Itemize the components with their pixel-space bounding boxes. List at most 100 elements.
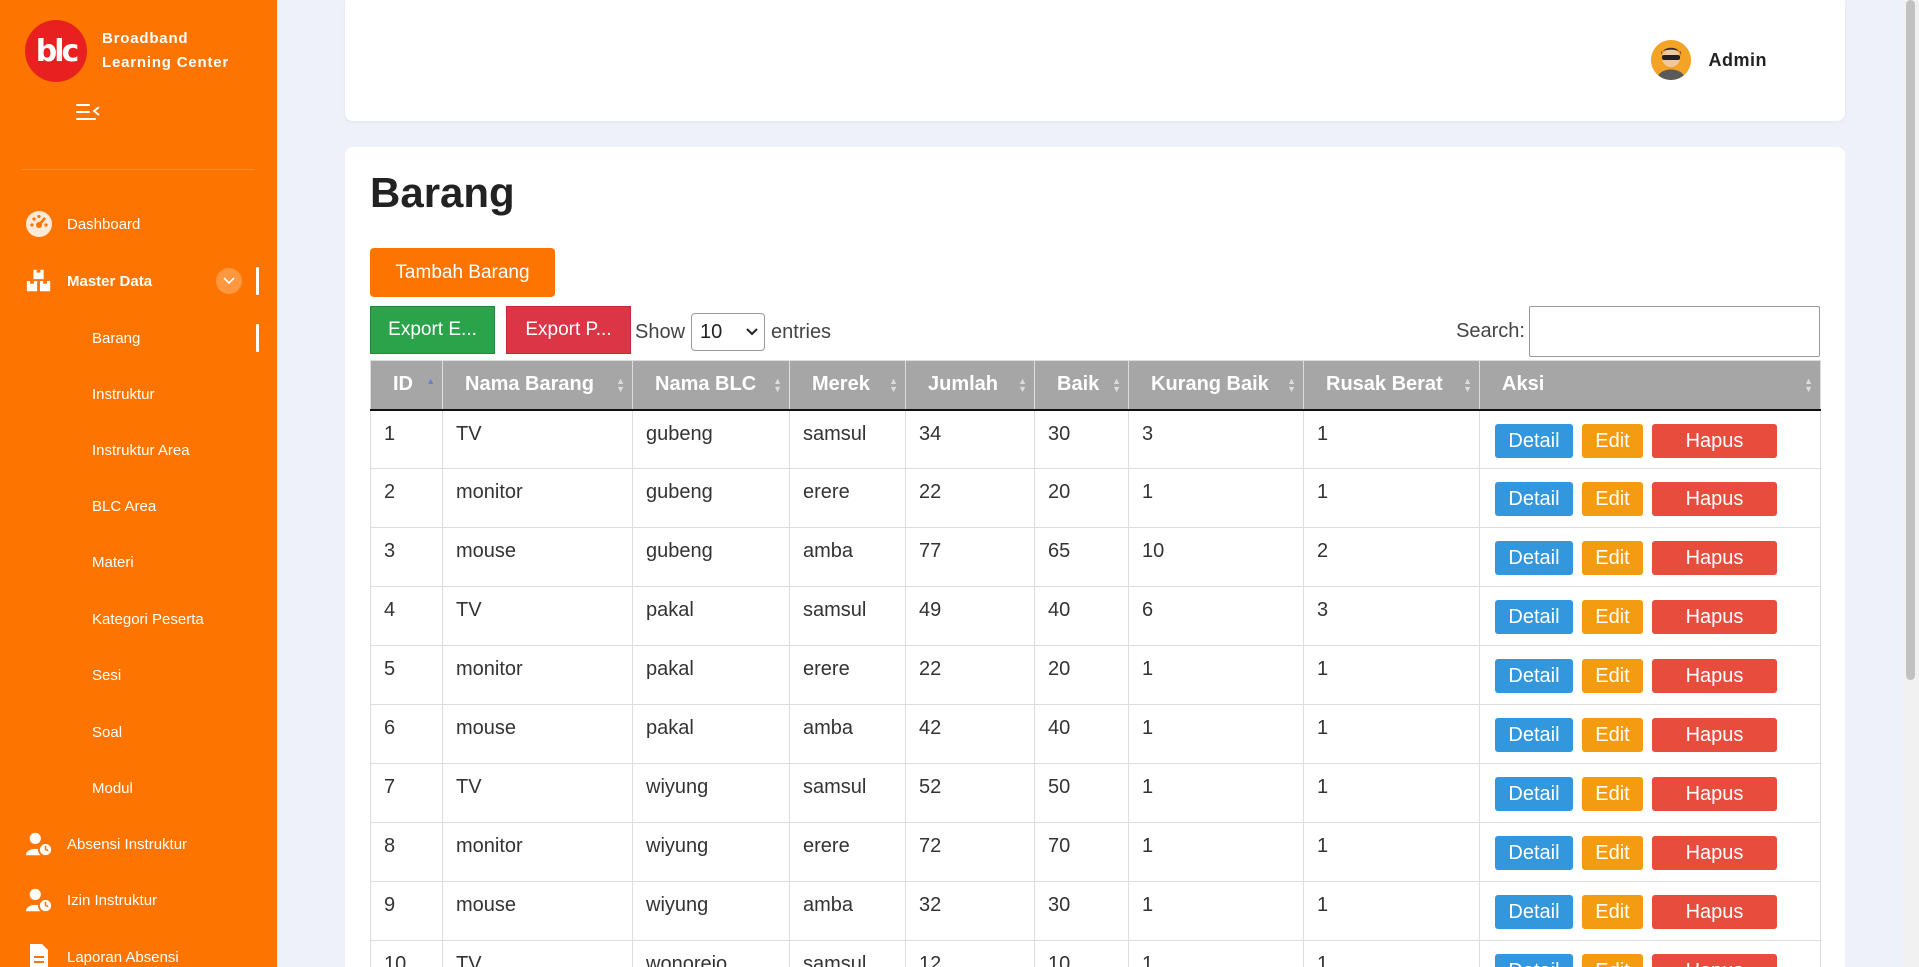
table-row: 5 monitor pakal erere 22 20 1 1 Detail Edit Hapus (370, 645, 1821, 705)
edit-button[interactable]: Edit (1582, 423, 1643, 458)
export-pdf-button[interactable]: Export P... (506, 306, 631, 354)
sidebar-item-laporan-absensi[interactable]: Laporan Absensi (0, 937, 277, 967)
detail-button[interactable]: Detail (1495, 836, 1573, 870)
page-scrollbar[interactable] (1902, 0, 1919, 967)
edit-button[interactable]: Edit (1582, 777, 1643, 811)
entries-select[interactable]: 10 (691, 313, 766, 351)
col-header-nama-barang[interactable]: Nama Barang ▲ ▼ (442, 360, 633, 411)
show-label: Show (635, 320, 686, 343)
sidebar-item-label: Modul (92, 779, 133, 797)
sidebar-item-label: Laporan Absensi (67, 948, 179, 966)
delete-button[interactable]: Hapus (1652, 423, 1777, 458)
cell-merek: amba (789, 881, 906, 941)
detail-button[interactable]: Detail (1495, 482, 1573, 516)
table-row: 9 mouse wiyung amba 32 30 1 1 Detail Edit Hapus (370, 881, 1821, 941)
user-name: Admin (1708, 49, 1767, 70)
cell-kurang-baik: 1 (1128, 763, 1304, 823)
detail-button[interactable]: Detail (1495, 777, 1573, 811)
sidebar-item-materi[interactable]: Materi (0, 542, 277, 582)
user-menu[interactable]: Admin (1650, 40, 1768, 80)
detail-button[interactable]: Detail (1495, 718, 1573, 752)
detail-button[interactable]: Detail (1495, 423, 1573, 458)
sidebar-item-sesi[interactable]: Sesi (0, 655, 277, 695)
delete-button[interactable]: Hapus (1652, 777, 1777, 811)
edit-button[interactable]: Edit (1582, 718, 1643, 752)
delete-button[interactable]: Hapus (1652, 600, 1777, 634)
sidebar-item-barang[interactable]: Barang (0, 318, 277, 358)
sidebar-item-label: Izin Instruktur (67, 891, 158, 909)
export-excel-button[interactable]: Export E... (370, 306, 495, 354)
cell-nama-barang: monitor (442, 645, 633, 705)
edit-button[interactable]: Edit (1582, 895, 1643, 929)
add-barang-button[interactable]: Tambah Barang (370, 248, 555, 297)
edit-button[interactable]: Edit (1582, 600, 1643, 634)
avatar (1650, 40, 1691, 80)
cell-jumlah: 22 (905, 468, 1035, 528)
sidebar-item-kategori-peserta[interactable]: Kategori Peserta (0, 599, 277, 639)
sidebar-item-instruktur-area[interactable]: Instruktur Area (0, 430, 277, 470)
cell-nama-barang: monitor (442, 822, 633, 882)
edit-button[interactable]: Edit (1582, 659, 1643, 693)
delete-button[interactable]: Hapus (1652, 541, 1777, 575)
cell-aksi: Detail Edit Hapus (1479, 822, 1821, 882)
cell-baik: 30 (1034, 881, 1129, 941)
edit-button[interactable]: Edit (1582, 836, 1643, 870)
cell-nama-blc: gubeng (632, 527, 790, 587)
sidebar-item-master-data[interactable]: Master Data (0, 261, 277, 301)
sidebar-item-modul[interactable]: Modul (0, 768, 277, 808)
sidebar-item-blc-area[interactable]: BLC Area (0, 486, 277, 526)
col-header-baik[interactable]: Baik ▲ ▼ (1034, 360, 1129, 411)
table-header-row: ID ▲ ▼ Nama Barang ▲ ▼ Nama BLC ▲ ▼ Merek ▲ ▼ Ju… (370, 360, 1821, 411)
detail-button[interactable]: Detail (1495, 954, 1573, 967)
cell-nama-blc: wiyung (632, 881, 790, 941)
delete-button[interactable]: Hapus (1652, 482, 1777, 516)
entries-select-value: 10 (700, 320, 723, 343)
sidebar-item-izin-instruktur[interactable]: Izin Instruktur (0, 880, 277, 920)
edit-button[interactable]: Edit (1582, 541, 1643, 575)
col-header-merek[interactable]: Merek ▲ ▼ (789, 360, 906, 411)
cell-nama-barang: TV (442, 763, 633, 823)
chevron-down-icon[interactable] (216, 268, 242, 294)
table-row: 10TVwonorejosamsul121011DetailEditHapus (370, 940, 1821, 967)
cell-kurang-baik: 10 (1128, 527, 1304, 587)
edit-button[interactable]: Edit (1582, 954, 1643, 967)
cell-id: 8 (370, 822, 443, 882)
delete-button[interactable]: Hapus (1652, 659, 1777, 693)
delete-button[interactable]: Hapus (1652, 836, 1777, 870)
sidebar-toggle-icon[interactable] (76, 102, 100, 122)
detail-button[interactable]: Detail (1495, 600, 1573, 634)
cell-rusak-berat: 1 (1303, 822, 1480, 882)
cell-aksi: Detail Edit Hapus (1479, 468, 1821, 528)
scrollbar-thumb[interactable] (1906, 0, 1915, 680)
delete-button[interactable]: Hapus (1652, 895, 1777, 929)
brand[interactable]: blc Broadband Learning Center (25, 20, 229, 82)
delete-button[interactable]: Hapus (1652, 954, 1777, 967)
cell-id: 10 (370, 940, 443, 967)
cell-jumlah: 34 (905, 409, 1035, 469)
col-header-rusak-berat[interactable]: Rusak Berat ▲ ▼ (1303, 360, 1480, 411)
detail-button[interactable]: Detail (1495, 895, 1573, 929)
cell-id: 7 (370, 763, 443, 823)
detail-button[interactable]: Detail (1495, 541, 1573, 575)
sidebar-item-soal[interactable]: Soal (0, 712, 277, 752)
cell-aksi: Detail Edit Hapus (1479, 881, 1821, 941)
cell-id: 4 (370, 586, 443, 646)
sidebar-item-dashboard[interactable]: Dashboard (0, 204, 277, 244)
blc-logo: blc (25, 20, 87, 82)
edit-button[interactable]: Edit (1582, 482, 1643, 516)
cell-merek: erere (789, 822, 906, 882)
col-header-id[interactable]: ID ▲ ▼ (370, 360, 443, 411)
col-header-kurang-baik[interactable]: Kurang Baik ▲ ▼ (1128, 360, 1304, 411)
col-header-nama-blc[interactable]: Nama BLC ▲ ▼ (632, 360, 790, 411)
delete-button[interactable]: Hapus (1652, 718, 1777, 752)
sidebar-item-label: Absensi Instruktur (67, 835, 188, 853)
sidebar-item-instruktur[interactable]: Instruktur (0, 374, 277, 414)
dashboard-gauge-icon (25, 210, 53, 238)
detail-button[interactable]: Detail (1495, 659, 1573, 693)
col-header-jumlah[interactable]: Jumlah ▲ ▼ (905, 360, 1035, 411)
search-input[interactable] (1529, 306, 1820, 357)
brand-line-2: Learning Center (102, 54, 230, 71)
cell-aksi: Detail Edit Hapus (1479, 704, 1821, 764)
col-header-aksi[interactable]: Aksi ▲ ▼ (1479, 360, 1821, 411)
sidebar-item-absensi-instruktur[interactable]: Absensi Instruktur (0, 824, 277, 864)
